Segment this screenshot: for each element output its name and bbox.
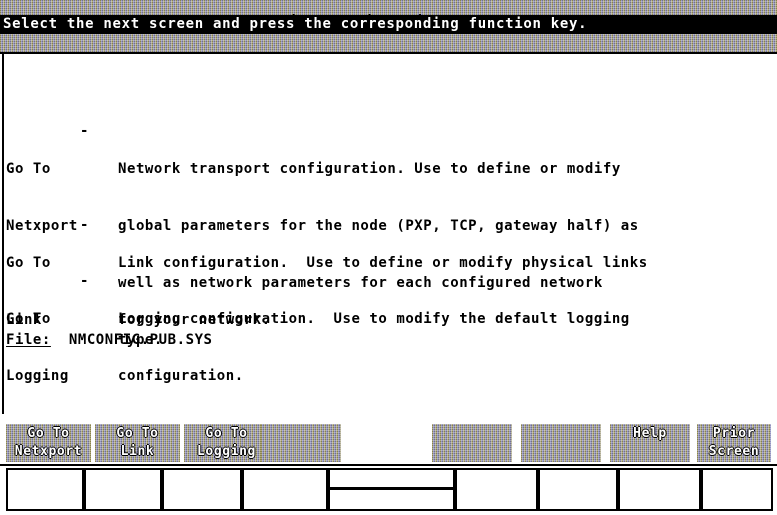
key-box-6[interactable]	[455, 468, 538, 511]
title-bar: NMMGR/3000 (V.uu.ff) #80 Unguided Config…	[0, 0, 777, 15]
function-key-7-line1: Help	[633, 426, 667, 441]
function-key-strip: Go To Netxport Go To Link Go To Logging …	[0, 420, 777, 464]
instruction-line: Select the next screen and press the cor…	[0, 15, 777, 34]
menu-entry-logging-key-line1: Go To	[6, 311, 51, 327]
function-key-1[interactable]: Go To Netxport	[6, 424, 91, 462]
function-key-2-line1: Go To	[116, 426, 159, 441]
keyboard-key-row	[0, 466, 777, 513]
key-box-1[interactable]	[6, 468, 84, 511]
key-box-3[interactable]	[162, 468, 242, 511]
menu-body: Go To Netxport - Network transport confi…	[0, 54, 777, 414]
menu-entry-logging-key-line2: Logging	[6, 368, 69, 384]
function-key-7-help[interactable]: Help	[610, 424, 690, 462]
key-box-8[interactable]	[618, 468, 701, 511]
key-box-2[interactable]	[84, 468, 162, 511]
function-key-3[interactable]: Go To Logging	[184, 424, 269, 462]
command-line[interactable]: Command:	[0, 34, 777, 52]
function-key-8-line2: Screen	[708, 444, 760, 459]
function-key-1-line2: Netxport	[14, 444, 83, 459]
config-file-name: NMCONFIG.PUB.SYS	[68, 332, 213, 348]
function-key-3-line1: Go To	[205, 426, 248, 441]
function-key-2-line2: Link	[120, 444, 155, 459]
menu-entry-link-key-line1: Go To	[6, 255, 51, 271]
menu-entry-logging-desc-line2: configuration.	[118, 368, 244, 384]
function-key-5[interactable]	[432, 424, 512, 462]
menu-entry-logging-dash: -	[80, 273, 89, 289]
key-box-5[interactable]	[328, 468, 455, 511]
function-key-1-line1: Go To	[27, 426, 70, 441]
menu-entry-netxport-key-line1: Go To	[6, 161, 51, 177]
menu-entry-link-dash: -	[80, 217, 89, 233]
menu-entry-link-desc-line1: Link configuration. Use to define or mod…	[118, 255, 648, 271]
terminal-screen: NMMGR/3000 (V.uu.ff) #80 Unguided Config…	[0, 0, 777, 515]
function-key-4[interactable]	[261, 424, 341, 462]
config-file-line: File: NMCONFIG.PUB.SYS	[6, 331, 213, 350]
config-file-label: File:	[6, 332, 51, 348]
function-key-8-prior-screen[interactable]: Prior Screen	[697, 424, 771, 462]
menu-entry-netxport-dash: -	[80, 123, 89, 139]
function-key-6[interactable]	[521, 424, 601, 462]
menu-entry-netxport-desc-line1: Network transport configuration. Use to …	[118, 161, 621, 177]
function-key-8-line1: Prior	[712, 426, 756, 441]
menu-entry-logging-desc-line1: Logging configuration. Use to modify the…	[118, 311, 630, 327]
function-key-3-line2: Logging	[197, 444, 256, 459]
function-key-2[interactable]: Go To Link	[95, 424, 180, 462]
key-box-4[interactable]	[242, 468, 328, 511]
key-box-7[interactable]	[538, 468, 618, 511]
key-box-9[interactable]	[701, 468, 773, 511]
